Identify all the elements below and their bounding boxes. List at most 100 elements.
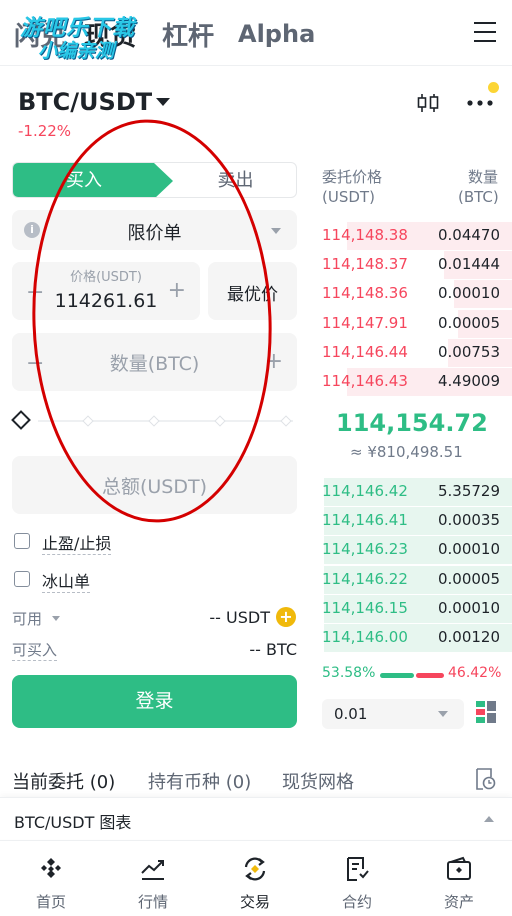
- best-price-label: 最优价: [227, 285, 278, 305]
- tab-convert[interactable]: 闪兑: [14, 16, 66, 53]
- orderbook-layout-icon[interactable]: [475, 700, 497, 724]
- ask-row[interactable]: 114,146.44 0.00753: [318, 338, 512, 367]
- last-price: 114,154.72: [336, 409, 488, 437]
- bid-row[interactable]: 114,146.42 5.35729: [318, 478, 512, 506]
- tab-open-orders[interactable]: 当前委托 (0): [12, 768, 115, 794]
- bid-price: 114,146.42: [322, 482, 408, 500]
- slider-node-25[interactable]: [82, 415, 94, 427]
- price-change: -1.22%: [18, 122, 72, 140]
- iceberg-checkbox[interactable]: [14, 571, 30, 587]
- bid-quantity: 0.00010: [437, 598, 500, 617]
- best-price-button[interactable]: 最优价: [208, 262, 297, 320]
- ask-row[interactable]: 114,148.36 0.00010: [318, 280, 512, 309]
- order-type-value: 限价单: [127, 223, 182, 244]
- sell-ratio: 46.42%: [448, 665, 502, 681]
- buy-sell-toggle: 买入 卖出: [12, 162, 297, 198]
- ask-row[interactable]: 114,147.91 0.00005: [318, 309, 512, 338]
- sell-ratio-bar: [416, 673, 444, 678]
- ask-quantity: 0.01444: [437, 255, 500, 274]
- ask-quantity: 0.00753: [437, 342, 500, 361]
- ask-price: 114,148.36: [322, 284, 408, 303]
- ask-price: 114,148.37: [322, 255, 408, 274]
- tab-holdings[interactable]: 持有币种 (0): [148, 768, 251, 794]
- chevron-up-icon[interactable]: [484, 816, 494, 822]
- buy-ratio: 53.58%: [322, 665, 376, 681]
- pair-symbol[interactable]: BTC/USDT: [18, 88, 152, 116]
- bid-quantity: 0.00010: [437, 540, 500, 559]
- buy-tab[interactable]: 买入: [13, 163, 173, 197]
- bid-row[interactable]: 114,146.22 0.00005: [318, 565, 512, 594]
- can-buy-label: 可买入: [12, 641, 58, 661]
- total-input[interactable]: 总额(USDT): [12, 456, 297, 514]
- quantity-increase-button[interactable]: +: [265, 349, 283, 374]
- trade-icon: [244, 857, 266, 881]
- nav-assets-label: 资产: [443, 893, 474, 911]
- price-input[interactable]: − 价格(USDT) 114261.61 +: [12, 262, 200, 320]
- order-history-icon[interactable]: [474, 767, 496, 791]
- ask-quantity: 0.00005: [437, 313, 500, 332]
- nav-trade-label: 交易: [239, 893, 270, 911]
- chevron-down-icon: [438, 711, 448, 717]
- available-dropdown-icon[interactable]: [52, 616, 60, 621]
- pair-dropdown-icon[interactable]: [156, 98, 170, 106]
- ask-quantity: 0.04470: [437, 226, 500, 244]
- bottom-navigation: 首页 行情 交易 合约 资产: [0, 840, 512, 916]
- tab-spot[interactable]: 现货: [84, 16, 136, 53]
- bid-quantity: 0.00035: [437, 511, 500, 530]
- top-tab-bar: 闪兑 现货 杠杆 Alpha 游吧乐下载 小编亲测: [0, 0, 512, 66]
- quantity-placeholder: 数量(BTC): [109, 353, 200, 375]
- tab-alpha[interactable]: Alpha: [238, 20, 315, 48]
- nav-home[interactable]: 首页: [0, 841, 102, 916]
- nav-futures-label: 合约: [341, 893, 372, 911]
- amount-slider[interactable]: [11, 408, 297, 434]
- ask-row[interactable]: 114,146.43 4.49009: [318, 368, 512, 396]
- menu-icon[interactable]: [474, 22, 496, 42]
- ask-quantity: 4.49009: [437, 372, 500, 390]
- slider-node-50[interactable]: [148, 415, 160, 427]
- markets-icon: [141, 860, 164, 880]
- quantity-input[interactable]: − 数量(BTC) +: [12, 333, 297, 391]
- nav-futures[interactable]: 合约: [306, 841, 408, 916]
- slider-node-75[interactable]: [214, 415, 226, 427]
- more-options-icon[interactable]: [466, 98, 494, 108]
- bid-price: 114,146.41: [322, 511, 408, 530]
- nav-trade[interactable]: 交易: [204, 841, 306, 916]
- depth-precision-select[interactable]: 0.01: [322, 699, 464, 729]
- slider-node-100[interactable]: [280, 415, 292, 427]
- tab-margin[interactable]: 杠杆: [162, 16, 214, 53]
- chart-toggle-bar[interactable]: BTC/USDT 图表: [0, 797, 512, 839]
- add-funds-icon[interactable]: +: [276, 607, 296, 627]
- bid-row[interactable]: 114,146.41 0.00035: [318, 507, 512, 536]
- login-button[interactable]: 登录: [12, 675, 297, 728]
- nav-assets[interactable]: 资产: [408, 841, 510, 916]
- bid-row[interactable]: 114,146.00 0.00120: [318, 624, 512, 652]
- tab-spot-grid[interactable]: 现货网格: [282, 768, 354, 794]
- ask-price: 114,147.91: [322, 313, 408, 332]
- wallet-icon: [447, 856, 471, 880]
- ask-row[interactable]: 114,148.38 0.04470: [318, 222, 512, 250]
- tp-sl-label[interactable]: 止盈/止损: [42, 530, 112, 555]
- bid-quantity: 5.35729: [437, 482, 500, 500]
- home-icon: [41, 858, 61, 878]
- candlestick-chart-icon[interactable]: [416, 92, 440, 114]
- tp-sl-checkbox[interactable]: [14, 533, 30, 549]
- iceberg-label[interactable]: 冰山单: [42, 568, 91, 593]
- notification-dot: [488, 82, 499, 93]
- ask-quantity: 0.00010: [437, 284, 500, 303]
- ask-row[interactable]: 114,148.37 0.01444: [318, 251, 512, 280]
- orderbook-qty-unit: (BTC): [458, 188, 499, 206]
- bid-row[interactable]: 114,146.15 0.00010: [318, 594, 512, 623]
- order-type-select[interactable]: i 限价单: [12, 210, 297, 250]
- bid-row[interactable]: 114,146.23 0.00010: [318, 536, 512, 565]
- total-placeholder: 总额(USDT): [101, 476, 208, 498]
- sell-tab[interactable]: 卖出: [173, 163, 296, 197]
- chart-toggle-label: BTC/USDT 图表: [14, 813, 132, 832]
- slider-thumb[interactable]: [11, 410, 31, 430]
- available-label[interactable]: 可用: [12, 608, 42, 629]
- slider-track[interactable]: [38, 420, 293, 422]
- price-increase-button[interactable]: +: [168, 278, 186, 303]
- nav-markets[interactable]: 行情: [102, 841, 204, 916]
- can-buy-value: -- BTC: [249, 640, 297, 659]
- bid-quantity: 0.00005: [437, 569, 500, 588]
- orderbook-price-header: 委托价格: [322, 168, 383, 186]
